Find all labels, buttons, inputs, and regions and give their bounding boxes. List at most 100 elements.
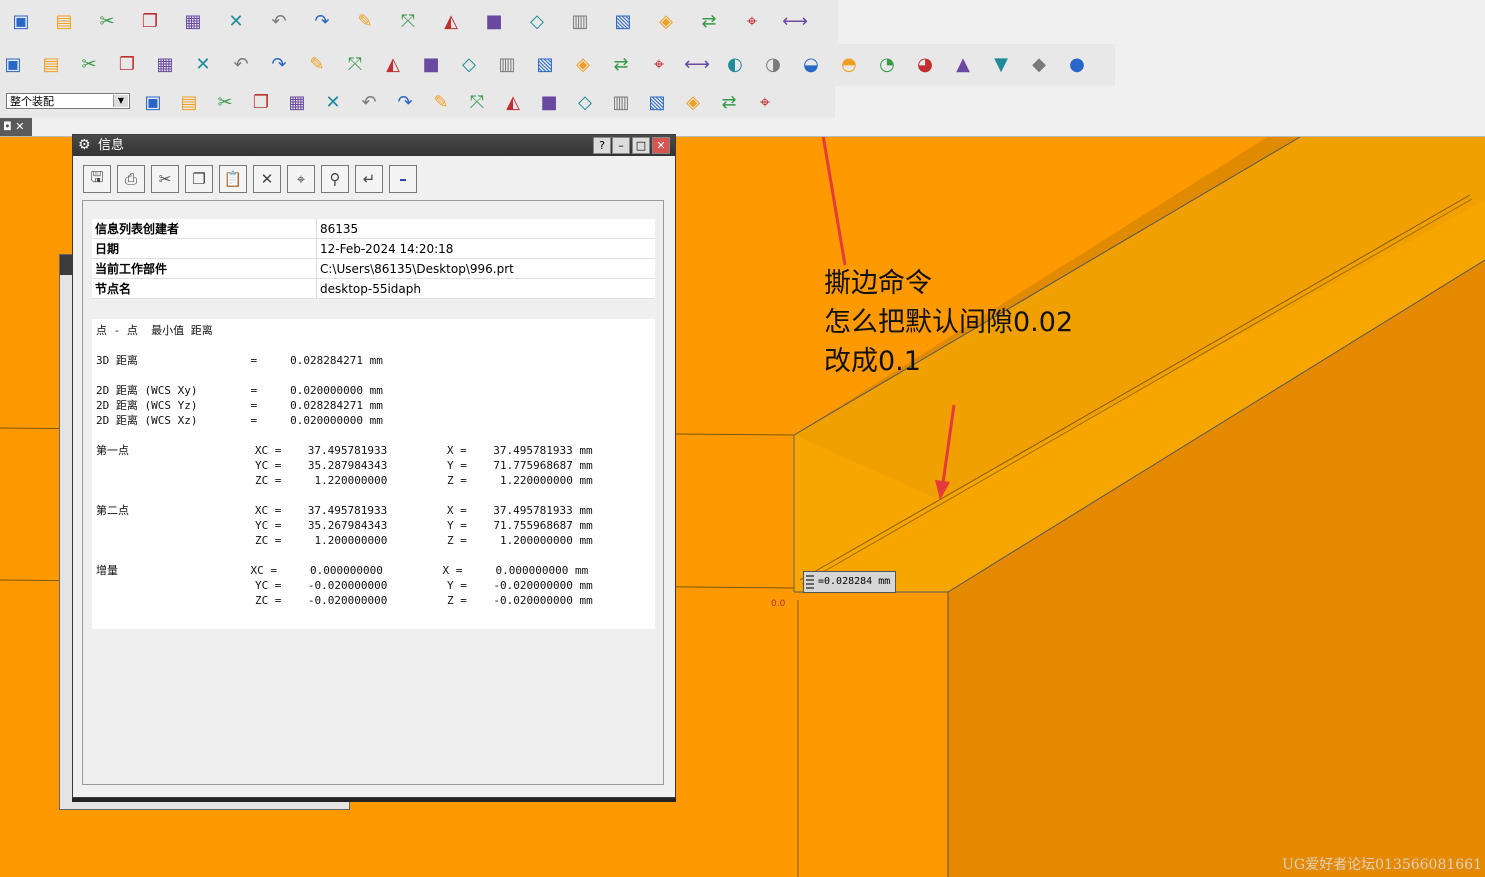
info-dialog: ⚙ 信息 ? – □ ✕ 🖫 ⎙ ✂ ❐ 📋 ✕ ⌖ ⚲ ↵ – 信息列表创建者 86135 日期 1… — [72, 134, 676, 798]
box-icon[interactable]: ■ — [418, 51, 444, 77]
contour-icon[interactable]: ✂ — [76, 51, 102, 77]
layers-icon[interactable]: ● — [1064, 51, 1090, 77]
cone-icon[interactable]: ▥ — [494, 51, 520, 77]
minimize-icon[interactable]: – — [389, 165, 417, 193]
print-icon[interactable]: ⎙ — [117, 165, 145, 193]
save-icon[interactable]: ▤ — [51, 8, 77, 34]
edit-object-icon[interactable]: ✎ — [352, 8, 378, 34]
export-icon[interactable]: ▲ — [950, 51, 976, 77]
undo-icon[interactable]: ↶ — [266, 8, 292, 34]
sketch-icon[interactable]: ◭ — [438, 8, 464, 34]
jog-icon[interactable]: ▦ — [152, 51, 178, 77]
book-icon[interactable]: ▥ — [567, 8, 593, 34]
shade-icon[interactable]: ↶ — [356, 89, 382, 115]
info-content-panel[interactable]: 信息列表创建者 86135 日期 12-Feb-2024 14:20:18 当前工作… — [82, 200, 664, 785]
select-all-icon[interactable]: ↷ — [392, 89, 418, 115]
assembly-filter-value: 整个装配 — [10, 95, 54, 108]
break-icon[interactable]: ⟷ — [684, 51, 710, 77]
open-folder-icon[interactable]: ▣ — [8, 8, 34, 34]
measure-icon[interactable]: ⟷ — [782, 8, 808, 34]
help-button[interactable]: ? — [593, 137, 611, 154]
dimple-icon[interactable]: ◇ — [456, 51, 482, 77]
color-icon[interactable]: ◓ — [836, 51, 862, 77]
face-icon[interactable]: ⇄ — [716, 89, 742, 115]
cut-icon[interactable]: ✂ — [94, 8, 120, 34]
snap-point-icon[interactable]: ✂ — [212, 89, 238, 115]
part-family-icon[interactable]: ▧ — [610, 8, 636, 34]
copy-icon[interactable]: ❐ — [185, 165, 213, 193]
tangent-icon[interactable]: ◇ — [572, 89, 598, 115]
toolbar-empty-area — [835, 86, 1485, 118]
corner-icon[interactable]: ✕ — [190, 51, 216, 77]
slash-icon[interactable]: ▧ — [644, 89, 670, 115]
dialog-title: 信息 — [98, 138, 125, 153]
frame-icon[interactable]: ◕ — [912, 51, 938, 77]
delete-icon[interactable]: ✕ — [223, 8, 249, 34]
mitre-icon[interactable]: ◐ — [722, 51, 748, 77]
find-icon[interactable]: ⚲ — [321, 165, 349, 193]
assembly-filter-select[interactable]: 整个装配 ▼ — [6, 93, 130, 109]
loft-icon[interactable]: ❐ — [114, 51, 140, 77]
meta-key: 节点名 — [92, 278, 317, 299]
redo-icon[interactable]: ↷ — [309, 8, 335, 34]
drawing-icon[interactable]: ⤧ — [342, 51, 368, 77]
tab-icon[interactable]: ↶ — [228, 51, 254, 77]
feature-icon[interactable]: ◈ — [653, 8, 679, 34]
center-icon[interactable]: ■ — [536, 89, 562, 115]
paint-icon[interactable]: ◔ — [874, 51, 900, 77]
tab-strip-icon[interactable]: ◆ — [1026, 51, 1052, 77]
toolbar-empty-area — [1115, 44, 1485, 86]
transform-icon[interactable]: ⤧ — [395, 8, 421, 34]
copy-icon[interactable]: ❐ — [137, 8, 163, 34]
move-point-icon[interactable]: ❐ — [248, 89, 274, 115]
table-row: 节点名 desktop-55idaph — [92, 278, 655, 299]
measurement-label[interactable]: =0.028284 mm — [803, 571, 897, 593]
dialog-titlebar[interactable]: ⚙ 信息 ? – □ ✕ — [73, 135, 675, 156]
hem-icon[interactable]: ◑ — [760, 51, 786, 77]
filter-icon[interactable]: ▣ — [140, 89, 166, 115]
rebend-icon[interactable]: ⌖ — [646, 51, 672, 77]
paste-icon[interactable]: 📋 — [219, 165, 247, 193]
unbend-icon[interactable]: ◭ — [380, 51, 406, 77]
document-tab[interactable]: ◘ ✕ — [0, 118, 32, 136]
bracket-icon[interactable]: ↷ — [266, 51, 292, 77]
bend-icon[interactable]: ▤ — [38, 51, 64, 77]
move-icon[interactable]: ⇄ — [696, 8, 722, 34]
chevron-down-icon[interactable]: ▼ — [113, 95, 128, 107]
meta-value: desktop-55idaph — [316, 278, 655, 299]
block-icon[interactable]: ■ — [481, 8, 507, 34]
table-row: 当前工作部件 C:\Users\86135\Desktop\996.prt — [92, 258, 655, 279]
cube-wire-icon[interactable]: ◇ — [524, 8, 550, 34]
cut-icon[interactable]: ✂ — [151, 165, 179, 193]
select-icon[interactable]: ▤ — [176, 89, 202, 115]
surface-icon[interactable]: ◈ — [680, 89, 706, 115]
meta-key: 信息列表创建者 — [92, 219, 317, 239]
rip-icon[interactable]: ⇄ — [608, 51, 634, 77]
wrap-icon[interactable]: ↵ — [355, 165, 383, 193]
stamp-icon[interactable]: ◈ — [570, 51, 596, 77]
view-icon[interactable]: ✕ — [320, 89, 346, 115]
rip-corner-icon[interactable]: ◒ — [798, 51, 824, 77]
line-icon[interactable]: ✎ — [428, 89, 454, 115]
endpoint-icon[interactable]: ◭ — [500, 89, 526, 115]
list-icon[interactable]: ⌖ — [752, 89, 778, 115]
louver-icon[interactable]: ✎ — [304, 51, 330, 77]
target-icon[interactable]: ⌖ — [287, 165, 315, 193]
gusset-icon[interactable]: ▧ — [532, 51, 558, 77]
drag-handle-icon[interactable] — [806, 575, 814, 589]
flip-icon[interactable]: ▼ — [988, 51, 1014, 77]
flange-icon[interactable]: ▣ — [0, 51, 26, 77]
snap-icon[interactable]: ⌖ — [739, 8, 765, 34]
question-annotation: 撕边命令 怎么把默认间隙0.02 改成0.1 — [824, 264, 1073, 381]
paste-icon[interactable]: ▦ — [180, 8, 206, 34]
arc-icon[interactable]: ⤧ — [464, 89, 490, 115]
close-button[interactable]: ✕ — [652, 137, 670, 154]
delete-icon[interactable]: ✕ — [253, 165, 281, 193]
watermark: UG爱好者论坛013566081661 — [1282, 857, 1482, 873]
intersect-icon[interactable]: ▥ — [608, 89, 634, 115]
save-report-icon[interactable]: 🖫 — [83, 165, 111, 193]
minimize-button[interactable]: – — [612, 137, 630, 154]
maximize-button[interactable]: □ — [632, 137, 650, 154]
select-box-icon[interactable]: ▦ — [284, 89, 310, 115]
meta-key: 日期 — [92, 238, 317, 259]
